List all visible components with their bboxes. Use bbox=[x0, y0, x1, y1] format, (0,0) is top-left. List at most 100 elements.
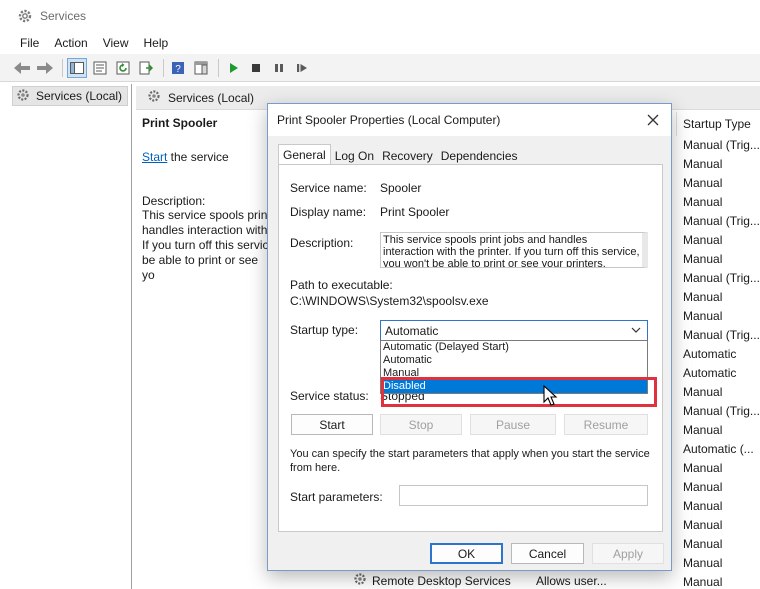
service-name-label: Service name: bbox=[290, 181, 367, 195]
start-service-play-icon[interactable] bbox=[223, 58, 243, 78]
services-gear-icon bbox=[15, 87, 31, 106]
startup-type-cell: Manual bbox=[683, 499, 723, 513]
properties-sheet-icon[interactable] bbox=[90, 58, 110, 78]
restart-service-icon[interactable] bbox=[292, 58, 312, 78]
startup-type-cell: Manual bbox=[683, 176, 723, 190]
startup-type-cell: Manual bbox=[683, 537, 723, 551]
option-automatic-delayed[interactable]: Automatic (Delayed Start) bbox=[381, 341, 647, 354]
startup-type-cell: Automatic (... bbox=[683, 442, 754, 456]
description-label: Description: bbox=[142, 194, 206, 208]
path-value: C:\WINDOWS\System32\spoolsv.exe bbox=[290, 294, 489, 308]
help-icon[interactable]: ? bbox=[168, 58, 188, 78]
description-textbox[interactable]: This service spools print jobs and handl… bbox=[380, 232, 648, 268]
cancel-button[interactable]: Cancel bbox=[511, 543, 584, 564]
dialog-titlebar: Print Spooler Properties (Local Computer… bbox=[268, 104, 671, 136]
services-gear-icon bbox=[16, 7, 34, 25]
start-suffix: the service bbox=[167, 150, 229, 164]
start-params-info: You can specify the start parameters tha… bbox=[290, 448, 650, 474]
start-params-label: Start parameters: bbox=[290, 490, 383, 504]
close-icon[interactable] bbox=[645, 112, 661, 128]
start-params-input[interactable] bbox=[399, 485, 648, 506]
pause-button[interactable]: Pause bbox=[470, 414, 556, 435]
startup-type-cell: Manual (Trig... bbox=[683, 328, 760, 342]
startup-type-cell: Manual bbox=[683, 157, 723, 171]
startup-type-cell: Manual (Trig... bbox=[683, 138, 760, 152]
back-arrow-icon[interactable] bbox=[12, 58, 32, 78]
right-pane-title: Services (Local) bbox=[168, 90, 255, 105]
menu-help[interactable]: Help bbox=[144, 36, 169, 50]
startup-type-cell: Manual bbox=[683, 309, 723, 323]
startup-type-cell: Manual bbox=[683, 195, 723, 209]
service-description-cell: Allows user... bbox=[536, 573, 607, 588]
startup-type-cell: Manual (Trig... bbox=[683, 404, 760, 418]
services-gear-icon bbox=[146, 88, 162, 107]
startup-type-cell: Manual bbox=[683, 556, 723, 570]
start-line: Start the service bbox=[142, 150, 272, 164]
stop-service-icon[interactable] bbox=[246, 58, 266, 78]
startup-type-cell: Manual bbox=[683, 480, 723, 494]
menu-bar: File Action View Help bbox=[0, 32, 760, 54]
services-gear-icon bbox=[352, 571, 368, 589]
show-hide-tree-icon[interactable] bbox=[67, 57, 87, 78]
properties-dialog: Print Spooler Properties (Local Computer… bbox=[267, 103, 672, 571]
tab-recovery[interactable]: Recovery bbox=[378, 146, 437, 165]
service-status-label: Service status: bbox=[290, 389, 369, 403]
toolbar: ? bbox=[0, 54, 760, 82]
pause-service-icon[interactable] bbox=[269, 58, 289, 78]
menu-view[interactable]: View bbox=[103, 36, 129, 50]
toolbar-separator bbox=[163, 58, 164, 77]
startup-type-select[interactable]: Automatic bbox=[380, 320, 648, 341]
startup-type-cell: Manual bbox=[683, 385, 723, 399]
startup-type-value: Automatic bbox=[385, 323, 439, 338]
console-tree: Services (Local) bbox=[8, 84, 132, 589]
chevron-down-icon bbox=[631, 323, 641, 337]
toolbar-separator bbox=[218, 58, 219, 77]
stop-button[interactable]: Stop bbox=[380, 414, 462, 435]
forward-arrow-icon[interactable] bbox=[35, 58, 55, 78]
startup-type-cell: Manual (Trig... bbox=[683, 214, 760, 228]
startup-type-cell: Automatic bbox=[683, 347, 737, 361]
mouse-pointer-icon bbox=[543, 384, 559, 407]
startup-type-label: Startup type: bbox=[290, 323, 359, 337]
ok-button[interactable]: OK bbox=[430, 543, 503, 564]
window-titlebar: Services bbox=[0, 0, 760, 32]
resume-button[interactable]: Resume bbox=[564, 414, 648, 435]
tab-general[interactable]: General bbox=[278, 144, 331, 165]
tab-log-on[interactable]: Log On bbox=[331, 146, 378, 165]
start-button[interactable]: Start bbox=[291, 414, 373, 435]
startup-type-column: Manual (Trig... Manual Manual Manual Manual … bbox=[683, 136, 760, 589]
window-title: Services bbox=[40, 9, 87, 23]
service-title: Print Spooler bbox=[142, 116, 218, 130]
service-name-cell: Remote Desktop Services bbox=[372, 573, 511, 588]
general-tab-panel: Service name: Spooler Display name: Prin… bbox=[278, 164, 663, 532]
startup-type-cell: Manual bbox=[683, 233, 723, 247]
export-list-icon[interactable] bbox=[136, 58, 156, 78]
startup-type-cell: Manual bbox=[683, 423, 723, 437]
service-details: Print Spooler Start the service Descript… bbox=[142, 116, 272, 283]
display-name-label: Display name: bbox=[290, 205, 367, 219]
dialog-tabs: General Log On Recovery Dependencies bbox=[278, 144, 522, 165]
menu-file[interactable]: File bbox=[20, 36, 39, 50]
start-service-link[interactable]: Start bbox=[142, 150, 167, 164]
tree-item-services-local[interactable]: Services (Local) bbox=[12, 86, 128, 106]
description-text: This service spools print handles intera… bbox=[142, 208, 271, 282]
menu-action[interactable]: Action bbox=[54, 36, 87, 50]
option-automatic[interactable]: Automatic bbox=[381, 354, 647, 367]
display-name-value: Print Spooler bbox=[380, 205, 450, 219]
path-label: Path to executable: bbox=[290, 278, 393, 292]
startup-type-cell: Manual bbox=[683, 252, 723, 266]
table-row[interactable]: Remote Desktop Services Allows user... bbox=[352, 572, 752, 589]
action-pane-icon[interactable] bbox=[191, 58, 211, 78]
startup-type-cell: Manual bbox=[683, 290, 723, 304]
tab-dependencies[interactable]: Dependencies bbox=[437, 146, 522, 165]
toolbar-separator bbox=[62, 58, 63, 77]
column-header-startup-type[interactable]: Startup Type bbox=[676, 112, 760, 136]
description-label: Description: bbox=[290, 236, 354, 250]
dialog-title: Print Spooler Properties (Local Computer… bbox=[277, 113, 501, 127]
startup-type-cell: Manual (Trig... bbox=[683, 271, 760, 285]
service-name-value: Spooler bbox=[380, 181, 422, 195]
startup-type-cell: Automatic bbox=[683, 366, 737, 380]
refresh-icon[interactable] bbox=[113, 58, 133, 78]
svg-text:?: ? bbox=[175, 64, 181, 75]
apply-button[interactable]: Apply bbox=[592, 543, 664, 564]
